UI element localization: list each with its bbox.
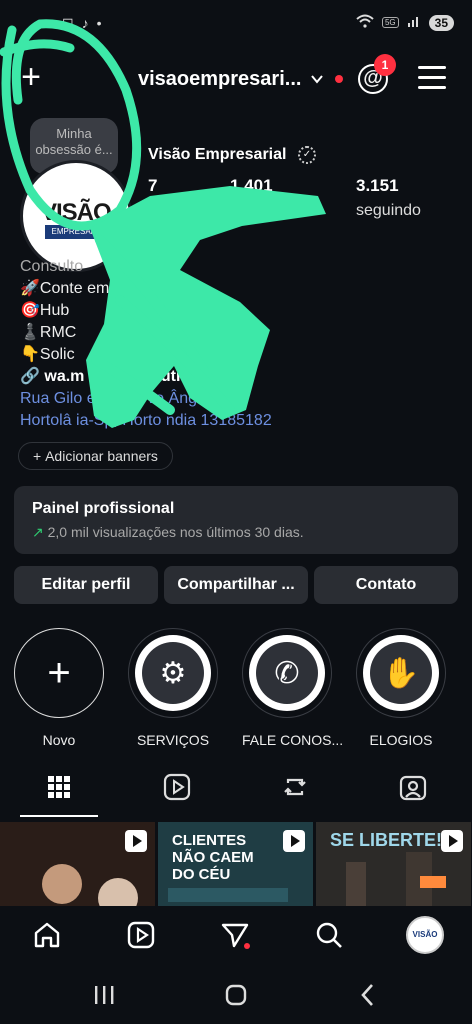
username[interactable]: visaoempresari... [138,68,301,91]
whatsapp-icon: ✆ [256,642,318,704]
stat-following-value: 3.151 [356,176,399,195]
reels-icon[interactable] [126,920,156,950]
highlight-praise[interactable]: ✋ ELOGIOS [356,628,446,748]
post-thumbnail[interactable]: CLIENTES NÃO CAEM DO CÉU [158,822,313,906]
plus-icon: + [14,628,104,718]
post-caption: CLIENTES NÃO CAEM DO CÉU [172,832,254,883]
wifi-icon [356,14,374,31]
address-line-2[interactable]: Hortolâ ia-Sp, Horto ndia 13185182 [20,410,460,432]
status-right-icons: 5G 35 [356,14,454,31]
profile-avatar-tab[interactable]: VISÃO [406,916,444,954]
stat-followers[interactable]: 1.401 [230,176,273,202]
verified-icon: ✓ [298,146,316,164]
bio-category: Consulto [20,258,84,275]
recent-apps-icon[interactable] [92,984,116,1006]
contact-button[interactable]: Contato [314,566,458,604]
highlight-contact[interactable]: ✆ FALE CONOS... [242,628,344,748]
active-tab-indicator [20,815,98,817]
highlight-label: SERVIÇOS [136,732,210,748]
bio-line: 🚀Conte empreende [20,280,169,297]
stat-posts[interactable]: 7 [148,176,157,202]
reel-icon [441,830,463,852]
profile-bio: Consulto 🚀Conte empreende 🎯Hub ♟️RMC 👇So… [20,256,460,432]
account-alert-dot [335,75,343,83]
professional-dashboard-subtitle: ↗ 2,0 mil visualizações nos últimos 30 d… [32,524,440,541]
network-badge: 5G [381,17,399,28]
chevron-down-icon[interactable] [310,72,324,86]
system-navigation [0,966,472,1024]
reel-icon [125,830,147,852]
stat-followers-value: 1.401 [230,176,273,195]
search-icon[interactable] [314,920,344,950]
professional-dashboard-views: 2,0 mil visualizações nos últimos 30 dia… [47,524,304,540]
back-icon[interactable] [358,982,378,1008]
dot-icon: • [96,14,102,31]
add-banners-label: Adicionar banners [45,448,158,464]
add-banners-button[interactable]: + Adicionar banners [18,442,173,470]
repost-icon[interactable] [280,772,310,802]
professional-dashboard[interactable]: Painel profissional ↗ 2,0 mil visualizaç… [14,486,458,554]
reel-icon [283,830,305,852]
bio-line: 👇Solic [20,346,75,363]
status-left-icons: ☁ ◻ ♪ • [40,14,102,31]
menu-icon[interactable] [418,66,446,90]
high-five-icon: ✋ [370,642,432,704]
highlight-label: ELOGIOS [369,732,433,748]
post-thumbnail[interactable] [0,822,155,906]
instagram-icon: ◻ [62,14,74,30]
avatar-logo-sub: EMPRESARIAL [45,225,115,239]
address-line-1[interactable]: Rua Gilo egosso, vo Ângulo, [20,388,460,410]
grid-icon[interactable] [44,772,74,802]
stat-posts-value: 7 [148,176,158,195]
reels-icon[interactable] [162,772,192,802]
avatar-logo-text: VISÃO [41,199,112,226]
display-name: Visão Empresarial [148,146,287,163]
share-profile-button[interactable]: Compartilhar ... [164,566,308,604]
messages-icon[interactable] [220,920,250,950]
signal-icon [407,14,421,31]
home-icon[interactable] [32,920,62,950]
bio-line: 🎯Hub [20,302,70,319]
post-caption: SE LIBERTE! [330,830,443,850]
highlight-new[interactable]: + Novo [14,628,104,748]
stat-following[interactable]: 3.151 seguindo [356,176,421,220]
bio-line: ♟️RMC [20,324,77,341]
stat-following-label: seguindo [356,202,421,219]
highlight-services[interactable]: ⚙ SERVIÇOS [128,628,218,748]
tagged-icon[interactable] [398,772,428,802]
home-button-icon[interactable] [224,983,248,1007]
highlight-label: FALE CONOS... [242,732,344,748]
status-bar: ☁ ◻ ♪ • 5G 35 [0,0,472,48]
edit-profile-button[interactable]: Editar perfil [14,566,158,604]
profile-header: + visaoempresari... @ 1 [0,52,472,108]
professional-dashboard-title: Painel profissional [32,500,175,517]
post-thumbnail[interactable]: SE LIBERTE! [316,822,471,906]
highlight-label: Novo [42,732,76,748]
trend-up-icon: ↗ [32,524,44,540]
bottom-navigation: VISÃO [0,906,472,966]
battery-indicator: 35 [428,14,454,31]
plus-icon: + [33,448,46,464]
gear-wrench-icon: ⚙ [142,642,204,704]
create-button[interactable]: + [14,60,48,96]
tiktok-icon: ♪ [81,14,89,31]
profile-link[interactable]: 🔗 wa.m 51995 e outros 3 [20,366,460,388]
cloud-icon: ☁ [40,14,54,30]
notification-badge: 1 [374,54,396,76]
profile-tabs [0,760,472,818]
